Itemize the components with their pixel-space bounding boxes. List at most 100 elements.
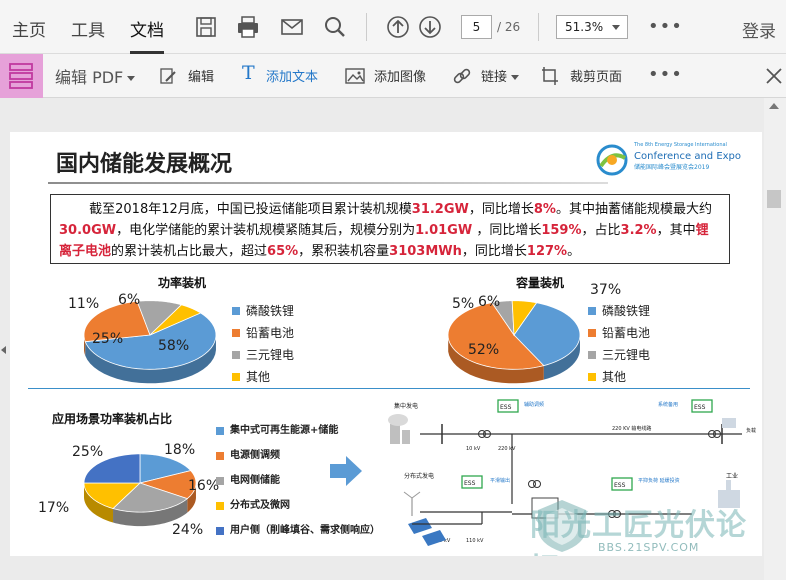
smooth-label: 平滑输出 <box>490 477 510 484</box>
menu-document[interactable]: 文档 <box>130 16 164 54</box>
legend-item: 分布式及微网 <box>216 493 380 518</box>
panel-layout-icon <box>9 63 33 89</box>
page-total: / 26 <box>497 20 521 34</box>
aux-label: 辅助调频 <box>524 401 544 408</box>
add-image-button[interactable]: 添加图像 <box>374 66 426 85</box>
legend-swatch <box>588 351 596 359</box>
crop-icon <box>542 67 558 85</box>
toolbar-separator <box>366 13 367 41</box>
arrow-up-icon[interactable] <box>385 14 411 40</box>
chevron-down-icon <box>127 76 136 81</box>
save-icon[interactable] <box>193 14 219 40</box>
crop-page-button[interactable]: 裁剪页面 <box>570 66 622 85</box>
solar-panel-icon <box>408 518 432 534</box>
summary-text: ，同比增长 <box>461 244 527 259</box>
print-icon[interactable] <box>235 14 261 40</box>
page-number-input[interactable]: 5 <box>461 15 492 39</box>
text-icon: T <box>242 62 255 84</box>
vertical-scrollbar[interactable] <box>764 98 786 580</box>
scroll-up-icon[interactable] <box>766 100 782 112</box>
more-icon[interactable]: ••• <box>648 16 683 37</box>
legend-swatch <box>216 427 224 435</box>
legend-item: 其他 <box>588 366 650 388</box>
highlight-text: 8% <box>533 202 556 217</box>
ess-label: ESS <box>614 482 626 489</box>
data-label: 5% <box>452 296 475 312</box>
legend-swatch <box>588 373 596 381</box>
edit-panel-toggle[interactable] <box>0 54 43 98</box>
zoom-select[interactable]: 51.3% <box>556 15 628 39</box>
data-label: 25% <box>72 444 104 460</box>
house-icon <box>722 418 736 428</box>
summary-text: ，其中 <box>656 223 696 238</box>
data-label: 11% <box>68 296 100 312</box>
link-menu[interactable]: 链接 <box>481 66 520 85</box>
legend-swatch <box>588 329 596 337</box>
data-label: 58% <box>158 338 190 354</box>
legend-label: 铅蓄电池 <box>602 326 651 340</box>
edit-pdf-label: 编辑 PDF <box>55 68 124 87</box>
toolbar-separator <box>538 13 539 41</box>
legend-item: 磷酸铁锂 <box>232 300 294 322</box>
legend-item: 铅蓄电池 <box>588 322 650 344</box>
legend-swatch <box>216 477 224 485</box>
legend-label: 分布式及微网 <box>230 500 290 511</box>
peak-label: 平抑负荷 延缓投资 <box>638 477 680 484</box>
legend-label: 三元锂电 <box>602 348 651 362</box>
legend-label: 电网侧储能 <box>230 475 280 486</box>
legend-label: 用户侧（削峰填谷、需求侧响应） <box>230 525 380 536</box>
legend-label: 电源侧调频 <box>230 450 280 461</box>
edit-button[interactable]: 编辑 <box>188 66 214 85</box>
legend-swatch <box>216 502 224 510</box>
top-menu-bar: 主页 工具 文档 5 / 26 51.3% ••• 登录 <box>0 0 786 54</box>
legend-swatch <box>232 307 240 315</box>
mail-icon[interactable] <box>279 14 305 40</box>
legend-swatch <box>216 452 224 460</box>
more-icon[interactable]: ••• <box>648 64 683 85</box>
pdf-page: 国内储能发展概况 The 8th Energy Storage Internat… <box>10 132 762 556</box>
legend-swatch <box>232 373 240 381</box>
kv10-label: 10 kV <box>466 446 481 452</box>
highlight-text: 127% <box>526 244 568 259</box>
edit-pdf-menu[interactable]: 编辑 PDF <box>55 64 136 88</box>
image-icon <box>345 68 365 84</box>
close-icon[interactable] <box>764 66 784 86</box>
legend-label: 磷酸铁锂 <box>602 304 651 318</box>
ess-label: ESS <box>500 404 512 411</box>
legend-label: 铅蓄电池 <box>246 326 295 340</box>
chevron-down-icon <box>612 25 620 30</box>
highlight-text: 159% <box>541 223 582 238</box>
summary-text: 截至2018年12月底，中国已投运储能项目累计装机规模 <box>89 202 412 217</box>
highlight-text: 30.0GW <box>59 223 117 238</box>
document-area[interactable]: 国内储能发展概况 The 8th Energy Storage Internat… <box>0 98 786 580</box>
scrollbar-thumb[interactable] <box>767 190 781 208</box>
highlight-text: 1.01GW <box>415 223 473 238</box>
menu-tools[interactable]: 工具 <box>71 16 105 41</box>
add-text-button[interactable]: 添加文本 <box>266 66 318 85</box>
summary-text: ，占比 <box>581 223 621 238</box>
ess-label: ESS <box>694 404 706 411</box>
data-label: 24% <box>172 522 204 538</box>
arrow-down-icon[interactable] <box>417 14 443 40</box>
power-plant-icon <box>388 414 410 444</box>
left-panel-toggle-icon[interactable] <box>1 346 6 354</box>
sys-backup-label: 系统备用 <box>658 401 678 408</box>
kv220-label: 220 kV <box>498 446 516 452</box>
conference-logo-icon <box>596 144 628 176</box>
legend-label: 集中式可再生能源+储能 <box>230 425 339 436</box>
chart-title-application: 应用场景功率装机占比 <box>52 412 173 426</box>
legend-label: 其他 <box>602 370 627 384</box>
legend-item: 磷酸铁锂 <box>588 300 650 322</box>
data-label: 6% <box>478 294 501 310</box>
login-button[interactable]: 登录 <box>742 17 776 42</box>
title-rule <box>48 182 608 184</box>
right-arrow-icon <box>330 456 362 486</box>
summary-text: 的累计装机占比最大，超过 <box>111 244 268 259</box>
search-icon[interactable] <box>322 14 348 40</box>
data-label: 17% <box>38 500 70 516</box>
summary-box: 截至2018年12月底，中国已投运储能项目累计装机规模31.2GW，同比增长8%… <box>50 194 730 264</box>
zoom-value: 51.3% <box>565 20 604 34</box>
industry-label: 工业 <box>726 472 738 480</box>
menu-home[interactable]: 主页 <box>12 16 46 41</box>
legend-swatch <box>216 527 224 535</box>
